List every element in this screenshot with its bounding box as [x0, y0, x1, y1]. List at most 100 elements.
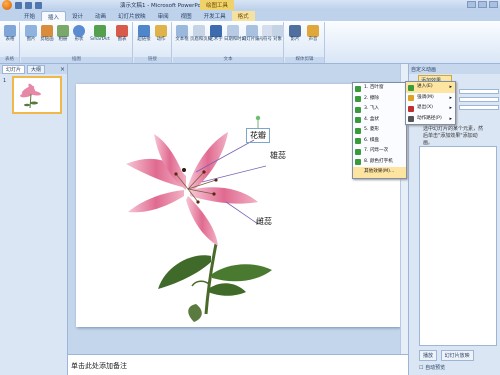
textbox-icon [176, 25, 188, 37]
slides-pane: 幻灯片 大纲 × 1 [0, 64, 68, 375]
album-icon [57, 25, 69, 37]
shapes-button[interactable]: 形状 [71, 25, 87, 42]
star-green-icon [355, 117, 361, 123]
petal-label-textbox[interactable]: 花瓣 [246, 128, 270, 143]
menu-item-motion-path[interactable]: 动作路径(P) ▸ [406, 114, 455, 125]
menu-item-blinds[interactable]: 1. 百叶窗 [353, 83, 406, 94]
modify-property-field[interactable] [459, 97, 499, 102]
picture-button[interactable]: 图片 [23, 25, 39, 42]
tab-design[interactable]: 设计 [66, 11, 89, 21]
datetime-icon [227, 25, 239, 37]
table-button[interactable]: 表格 [2, 25, 18, 42]
clipart-icon [41, 25, 53, 37]
group-tables: 表格 表格 [0, 22, 20, 63]
maximize-icon[interactable] [478, 1, 487, 8]
title-bar: 演示文稿1 - Microsoft PowerPoint 绘图工具 [0, 0, 500, 10]
slide-number: 1 [3, 78, 7, 84]
movie-icon [289, 25, 301, 37]
star-green-icon [355, 127, 361, 134]
menu-item-fly-in[interactable]: 3. 飞入 [353, 104, 406, 115]
entrance-star-icon [408, 84, 414, 91]
star-green-icon [355, 85, 361, 92]
autopreview-checkbox[interactable]: ☐ 自动预览 [419, 364, 445, 371]
star-green-icon [355, 138, 361, 144]
hyperlink-button[interactable]: 超链接 [136, 25, 152, 42]
action-icon [155, 25, 167, 37]
menu-item-flash-once[interactable]: 7. 闪烁一次 [353, 146, 406, 157]
chart-button[interactable]: 图表 [114, 25, 130, 42]
wordart-button[interactable]: 艺术字 [208, 25, 224, 42]
slide-thumbnail[interactable] [12, 76, 62, 114]
slide-number-button[interactable]: 幻灯片编号 [242, 25, 264, 42]
star-green-icon [355, 106, 361, 113]
tab-insert[interactable]: 插入 [41, 11, 67, 21]
menu-item-color-typewriter[interactable]: 8. 颜色打字机 [353, 157, 406, 168]
document-title: 演示文稿1 - Microsoft PowerPoint [120, 3, 209, 9]
animation-list[interactable] [419, 146, 497, 346]
tab-slideshow[interactable]: 幻灯片放映 [112, 11, 152, 21]
submenu-arrow-icon: ▸ [449, 105, 452, 111]
modify-speed-field[interactable] [459, 105, 499, 110]
stamen-label[interactable]: 雄蕊 [270, 150, 286, 161]
group-text: 文本框 页眉和页脚 艺术字 日期和时间 幻灯片编号 符号 对象 文本 [173, 22, 284, 63]
smartart-button[interactable]: SmartArt [89, 25, 111, 42]
album-button[interactable]: 相册 [55, 25, 71, 42]
pane-help-text: 选中幻灯片的某个元素，然后单击"添加效果"添加动画。 [423, 126, 484, 146]
object-icon [272, 25, 284, 37]
tab-home[interactable]: 开始 [18, 11, 41, 21]
group-links: 超链接 动作 链接 [134, 22, 172, 63]
tab-slides[interactable]: 幻灯片 [2, 64, 26, 74]
play-button[interactable]: 播放 [419, 350, 438, 361]
close-icon[interactable] [489, 1, 498, 8]
redo-icon[interactable] [35, 1, 42, 9]
slideshow-button[interactable]: 幻灯片放映 [440, 350, 474, 361]
menu-item-more-effects[interactable]: 其他效果(M)... [353, 167, 406, 178]
save-icon[interactable] [15, 1, 22, 9]
movie-button[interactable]: 影片 [287, 25, 303, 42]
tab-review[interactable]: 审阅 [152, 11, 175, 21]
clipart-button[interactable]: 剪贴画 [39, 25, 55, 42]
modify-start-field[interactable] [459, 89, 499, 94]
exit-star-icon [408, 105, 414, 112]
menu-item-wipe[interactable]: 2. 擦除 [353, 94, 406, 105]
notes-pane[interactable]: 单击此处添加备注 [68, 354, 408, 375]
picture-icon [25, 25, 37, 37]
star-green-icon [355, 96, 361, 102]
petal-label: 花瓣 [250, 131, 266, 140]
menu-item-entrance[interactable]: 进入(E) ▸ [406, 82, 455, 93]
tab-outline[interactable]: 大纲 [27, 64, 46, 74]
menu-item-exit[interactable]: 退出(X) ▸ [406, 103, 455, 114]
menu-item-diamond[interactable]: 5. 菱形 [353, 125, 406, 136]
table-icon [4, 25, 16, 37]
menu-item-box[interactable]: 4. 盒状 [353, 115, 406, 126]
sound-icon [307, 25, 319, 37]
pistil-label[interactable]: 雌蕊 [256, 216, 272, 227]
smartart-icon [94, 25, 106, 37]
emphasis-star-icon [408, 95, 414, 101]
tab-format[interactable]: 格式 [231, 11, 255, 21]
textbox-button[interactable]: 文本框 [174, 25, 190, 42]
header-footer-button[interactable]: 页眉和页脚 [190, 25, 212, 42]
tab-developer[interactable]: 开发工具 [198, 11, 232, 21]
minimize-icon[interactable] [467, 1, 476, 8]
ribbon-tabs: 开始 插入 设计 动画 幻灯片放映 审阅 视图 开发工具 格式 [0, 10, 500, 21]
office-button-icon[interactable] [2, 0, 12, 10]
group-illustrations: 图片 剪贴画 相册 形状 SmartArt 图表 插图 [21, 22, 133, 63]
menu-item-emphasis[interactable]: 强调(M) ▸ [406, 93, 455, 104]
action-button[interactable]: 动作 [153, 25, 169, 42]
chart-icon [116, 25, 128, 37]
datetime-button[interactable]: 日期和时间 [224, 25, 246, 42]
contextual-tab-title: 绘图工具 [200, 0, 235, 10]
slide-number-icon [246, 25, 258, 37]
tab-view[interactable]: 视图 [175, 11, 198, 21]
sound-button[interactable]: 声音 [305, 25, 321, 42]
menu-item-checkerboard[interactable]: 6. 棋盘 [353, 136, 406, 147]
undo-icon[interactable] [25, 1, 32, 9]
submenu-arrow-icon: ▸ [449, 115, 452, 122]
close-pane-icon[interactable]: × [60, 66, 65, 73]
object-button[interactable]: 对象 [272, 25, 284, 42]
wordart-icon [210, 25, 222, 37]
submenu-arrow-icon: ▸ [449, 84, 452, 90]
shapes-icon [73, 25, 85, 37]
tab-animations[interactable]: 动画 [89, 11, 112, 21]
